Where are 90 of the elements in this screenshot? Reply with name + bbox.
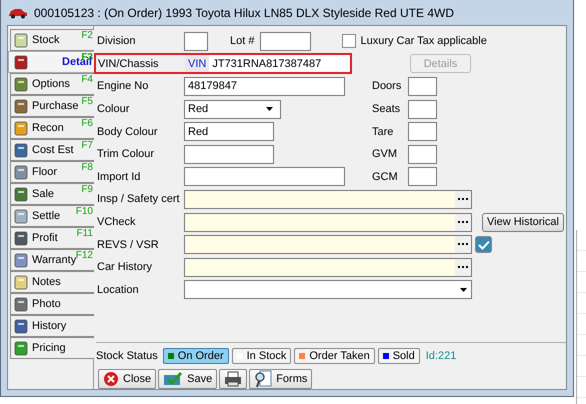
field-label: Division <box>96 35 137 48</box>
field-label: GCM <box>372 170 399 183</box>
field-label: REVS / VSR <box>96 238 160 251</box>
status-toggle[interactable]: In Stock <box>232 348 292 364</box>
ellipsis-button[interactable] <box>455 214 471 231</box>
sidebar-tab[interactable]: History <box>10 315 94 337</box>
ellipsis-icon <box>458 266 468 269</box>
text-field[interactable]: 48179847 <box>184 76 345 96</box>
checkbox-label: Luxury Car Tax applicable <box>360 35 487 48</box>
ellipsis-icon <box>458 243 468 246</box>
field-label: Lot # <box>230 35 254 48</box>
check-button[interactable] <box>475 236 492 254</box>
magnifier-icon <box>254 370 272 388</box>
sidebar-tab[interactable]: Photo <box>10 293 94 315</box>
view-historical-button[interactable]: View Historical <box>482 212 564 232</box>
field-label: Doors <box>372 80 402 92</box>
field-label: Location <box>96 284 140 296</box>
lookup-field[interactable] <box>184 190 472 209</box>
sidebar-tab[interactable]: Settle F10 <box>10 205 94 227</box>
save-button[interactable]: Save <box>158 369 218 389</box>
sidebar-tab[interactable]: Cost Est F7 <box>10 139 94 161</box>
field-label: Body Colour <box>96 126 159 138</box>
division-field[interactable] <box>184 32 208 51</box>
text-field[interactable] <box>408 100 437 119</box>
sidebar-tab[interactable]: WarrantyF12 <box>10 249 94 271</box>
shortcut-key: F11 <box>76 228 93 239</box>
field-label: Seats <box>372 103 402 116</box>
sidebar-tab[interactable]: Sale F9 <box>10 183 94 205</box>
sidebar-tab[interactable]: Recon F6 <box>10 117 94 139</box>
field-label: Engine No <box>96 80 150 92</box>
shortcut-key: F6 <box>81 118 93 129</box>
sidebar-tab[interactable]: Options F4 <box>10 73 94 95</box>
colour-dropdown[interactable]: Red <box>184 100 281 119</box>
status-toggle[interactable]: On Order <box>162 348 229 364</box>
sidebar-tab[interactable]: Stock F2 <box>10 29 94 51</box>
sidebar-tab[interactable]: Floor F8 <box>10 161 94 183</box>
sidebar-tab[interactable]: Profit F11 <box>10 227 94 249</box>
shortcut-key: F12 <box>76 250 93 261</box>
field-label: Colour <box>96 103 130 116</box>
field-label: Insp / Safety cert <box>96 193 181 206</box>
field-label: Trim Colour <box>96 148 156 160</box>
status-toggle[interactable]: Sold <box>378 348 420 364</box>
text-field[interactable] <box>408 76 437 96</box>
sidebar-tab[interactable]: Notes <box>10 271 94 293</box>
ellipsis-button[interactable] <box>455 236 471 254</box>
ellipsis-button[interactable] <box>455 190 471 208</box>
forms-button[interactable]: Forms <box>249 369 312 389</box>
ellipsis-icon <box>458 220 468 224</box>
shortcut-key: F8 <box>81 162 93 173</box>
lookup-field[interactable] <box>184 258 472 277</box>
lookup-field[interactable] <box>184 235 472 254</box>
field-label: VCheck <box>96 216 137 228</box>
close-icon <box>103 371 119 387</box>
check-icon <box>163 371 184 387</box>
vin-field[interactable]: VIN JT731RNA817387487 <box>185 55 350 72</box>
location-dropdown[interactable] <box>184 280 472 300</box>
lookup-field[interactable] <box>184 212 472 232</box>
field-label: Tare <box>372 126 394 138</box>
text-field[interactable] <box>408 122 437 142</box>
shortcut-key: F5 <box>81 96 93 107</box>
shortcut-key: F10 <box>76 206 93 217</box>
field-label: VIN/Chassis <box>96 55 185 72</box>
car-icon <box>8 6 28 18</box>
text-field[interactable] <box>184 167 345 186</box>
lot-field[interactable] <box>260 32 312 51</box>
print-button[interactable] <box>219 369 248 389</box>
text-field[interactable] <box>408 144 437 164</box>
sidebar-tab[interactable]: Purchase F5 <box>10 95 94 117</box>
checkbox[interactable] <box>342 34 356 48</box>
shortcut-key: F2 <box>81 30 93 41</box>
printer-icon <box>224 371 242 387</box>
field-label: Import Id <box>96 170 142 183</box>
stock-status-label: Stock Status <box>96 350 158 362</box>
shortcut-key: F9 <box>81 184 93 195</box>
shortcut-key: F7 <box>81 140 93 151</box>
window-title: 000105123 : (On Order) 1993 Toyota Hilux LN85 DLX Styleside Red UTE 4WD <box>34 6 454 20</box>
text-field[interactable] <box>184 144 274 164</box>
text-field[interactable]: Red <box>184 122 274 142</box>
text-field[interactable] <box>408 167 437 186</box>
status-toggle[interactable]: Order Taken <box>294 348 375 364</box>
ellipsis-icon <box>458 198 468 201</box>
field-label: Car History <box>96 261 154 274</box>
sidebar-tab[interactable]: Pricing <box>10 337 94 359</box>
ellipsis-button[interactable] <box>455 258 471 276</box>
dropdown-arrow-icon <box>266 107 273 112</box>
field-label: GVM <box>372 148 398 160</box>
shortcut-key: F4 <box>81 74 93 85</box>
dropdown-arrow-icon <box>460 288 467 292</box>
close-button[interactable]: Close <box>98 369 156 389</box>
record-id: Id:221 <box>426 350 456 362</box>
